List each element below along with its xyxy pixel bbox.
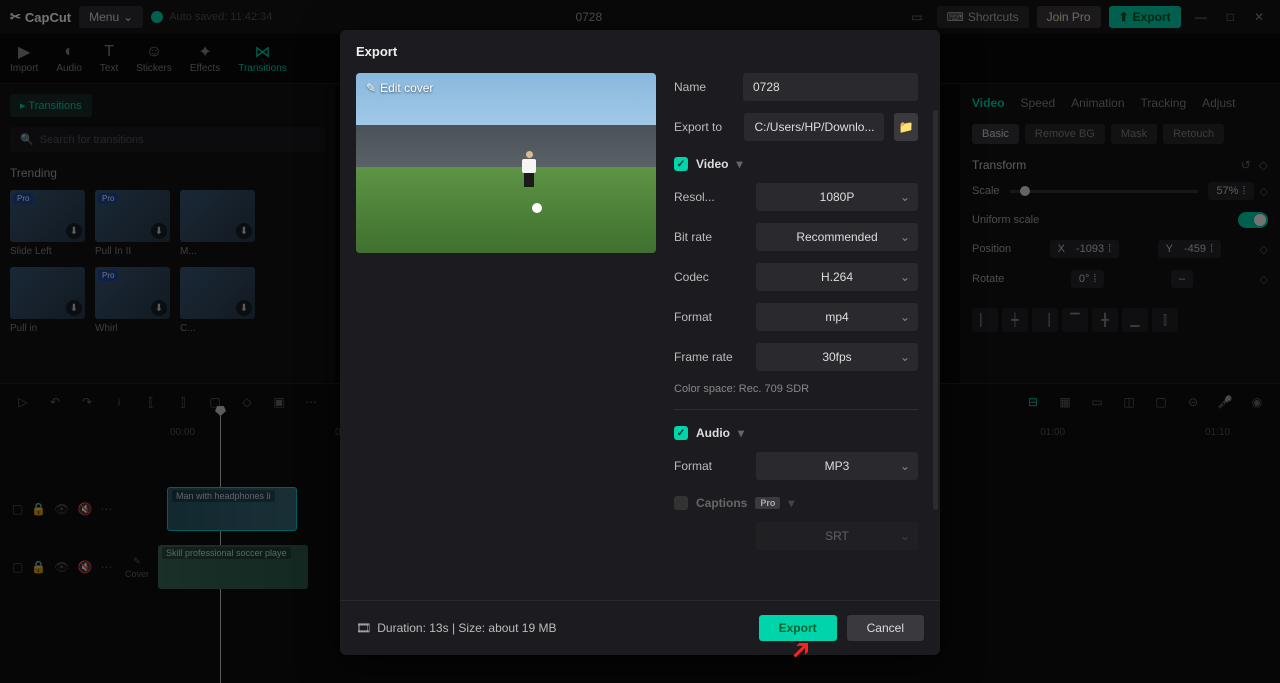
format-label: Format [674,310,746,324]
chevron-down-icon: ▾ [788,496,794,510]
framerate-label: Frame rate [674,350,746,364]
framerate-select[interactable]: 30fps [756,343,918,371]
film-icon: 🎞 [356,621,371,635]
divider [674,409,918,410]
name-label: Name [674,80,733,94]
video-section[interactable]: ✓ Video ▾ [674,157,918,171]
footer-info: 🎞 Duration: 13s | Size: about 19 MB [356,621,556,635]
bitrate-select[interactable]: Recommended [756,223,918,251]
codec-label: Codec [674,270,746,284]
browse-folder-button[interactable]: 📁 [894,113,918,141]
checkbox-icon[interactable]: ✓ [674,157,688,171]
chevron-down-icon: ▾ [738,426,744,440]
captions-format-select: SRT [756,522,918,550]
exportto-path: C:/Users/HP/Downlo... [744,113,884,141]
cancel-button[interactable]: Cancel [847,615,924,641]
modal-title: Export [340,30,940,73]
export-button[interactable]: Export [759,615,837,641]
pro-badge: Pro [755,497,780,509]
colorspace-hint: Color space: Rec. 709 SDR [674,383,918,395]
modal-preview-column: ✎Edit cover [356,73,656,600]
captions-section[interactable]: ✓ Captions Pro ▾ [674,496,918,510]
chevron-down-icon: ▾ [736,157,742,171]
modal-footer: 🎞 Duration: 13s | Size: about 19 MB Expo… [340,600,940,655]
exportto-label: Export to [674,120,734,134]
audio-format-select[interactable]: MP3 [756,452,918,480]
format-select[interactable]: mp4 [756,303,918,331]
modal-body: ✎Edit cover Name Export to C:/Users/HP/D… [340,73,940,600]
audio-section[interactable]: ✓ Audio ▾ [674,426,918,440]
resolution-select[interactable]: 1080P [756,183,918,211]
codec-select[interactable]: H.264 [756,263,918,291]
audio-format-label: Format [674,459,746,473]
checkbox-icon[interactable]: ✓ [674,426,688,440]
bitrate-label: Bit rate [674,230,746,244]
name-input[interactable] [743,73,918,101]
cover-preview[interactable]: ✎Edit cover [356,73,656,253]
pencil-icon: ✎ [366,81,376,95]
edit-cover-button[interactable]: ✎Edit cover [366,81,433,95]
modal-form-column: Name Export to C:/Users/HP/Downlo... 📁 ✓… [674,73,924,600]
folder-icon: 📁 [899,120,914,134]
resolution-label: Resol... [674,190,746,204]
checkbox-icon[interactable]: ✓ [674,496,688,510]
export-modal: Export ✎Edit cover Name Export to C:/Use… [340,30,940,655]
